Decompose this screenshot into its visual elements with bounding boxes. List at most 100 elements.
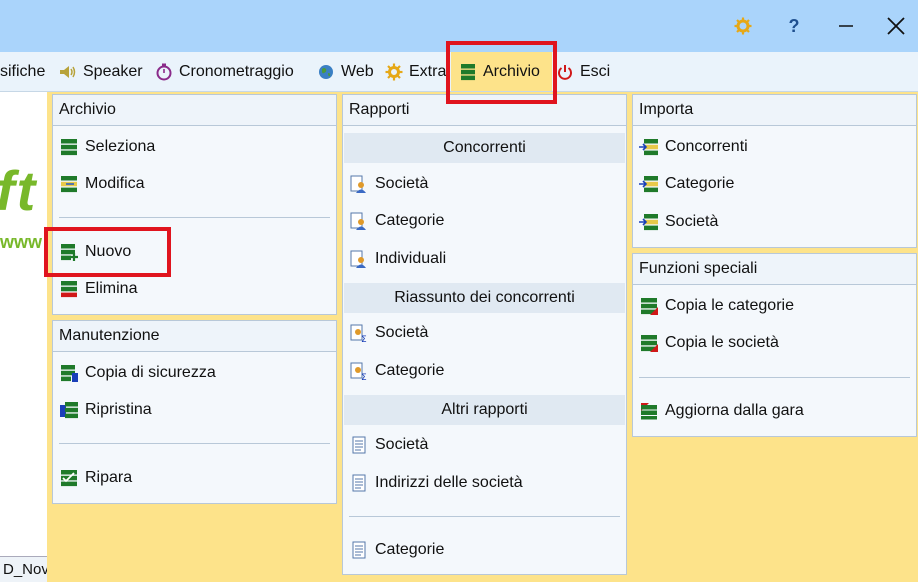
report-altri-categorie[interactable]: Categorie (349, 535, 444, 565)
logo-text: ft (0, 159, 38, 222)
menu-extra[interactable]: Extra (385, 52, 446, 91)
report-concorrenti-societa-label: Società (375, 175, 429, 192)
copia-categorie-label: Copia le categorie (665, 297, 794, 314)
menu-classifiche-label: sifiche (0, 62, 46, 80)
funzioni-speciali-panel-title: Funzioni speciali (633, 254, 916, 285)
importa-panel-title: Importa (633, 95, 916, 126)
ripara-label: Ripara (85, 469, 133, 486)
nuovo-button[interactable]: Nuovo (59, 237, 131, 267)
modifica-button[interactable]: Modifica (59, 169, 145, 199)
elimina-button[interactable]: Elimina (59, 274, 137, 304)
importa-categorie-label: Categorie (665, 175, 735, 192)
copy-database-icon (639, 333, 659, 353)
riassunto-section-header: Riassunto dei concorrenti (344, 283, 625, 313)
repair-icon (59, 468, 79, 488)
ripristina-button[interactable]: Ripristina (59, 395, 152, 425)
importa-societa-button[interactable]: Società (639, 207, 718, 237)
menu-web[interactable]: Web (317, 52, 374, 91)
report-summary-icon: Σ (349, 323, 369, 343)
importa-concorrenti-button[interactable]: Concorrenti (639, 132, 748, 162)
report-concorrenti-individuali[interactable]: Individuali (349, 244, 446, 274)
update-database-icon (639, 401, 659, 421)
svg-text:Σ: Σ (361, 335, 367, 342)
report-concorrenti-categorie-label: Categorie (375, 212, 445, 229)
importa-categorie-button[interactable]: Categorie (639, 169, 734, 199)
manutenzione-separator (59, 443, 330, 444)
seleziona-label: Seleziona (85, 138, 156, 155)
report-indirizzi-societa[interactable]: Indirizzi delle società (349, 468, 523, 498)
menu-archivio[interactable]: Archivio (451, 52, 552, 91)
close-button[interactable] (872, 0, 918, 52)
menu-speaker[interactable]: Speaker (59, 52, 143, 91)
import-icon (639, 137, 659, 157)
manutenzione-panel: Manutenzione Copia di sicurezza Ripristi… (52, 320, 337, 504)
menu-esci[interactable]: Esci (556, 52, 610, 91)
minimize-button[interactable] (822, 0, 870, 52)
database-delete-icon (59, 279, 79, 299)
report-altri-societa[interactable]: Società (349, 430, 428, 460)
document-icon (349, 473, 369, 493)
funzioni-speciali-panel: Funzioni speciali Copia le categorie Cop… (632, 253, 917, 437)
copia-categorie-button[interactable]: Copia le categorie (639, 291, 794, 321)
database-icon (459, 63, 477, 81)
svg-text:Σ: Σ (361, 373, 367, 380)
logo-url-text: www (0, 232, 43, 252)
report-people-icon (349, 174, 369, 194)
seleziona-button[interactable]: Seleziona (59, 132, 155, 162)
archivio-panel-title: Archivio (53, 95, 336, 126)
report-concorrenti-societa[interactable]: Società (349, 169, 428, 199)
power-icon (556, 63, 574, 81)
modifica-label: Modifica (85, 175, 145, 192)
nuovo-label: Nuovo (85, 243, 132, 260)
globe-icon (317, 63, 335, 81)
menu-web-label: Web (341, 62, 374, 80)
report-concorrenti-categorie[interactable]: Categorie (349, 206, 444, 236)
ribbon-menu-bar: sifiche Speaker Cronometraggio Web Extra… (0, 52, 918, 92)
backup-icon (59, 363, 79, 383)
speaker-icon (59, 63, 77, 81)
import-icon (639, 212, 659, 232)
document-icon (349, 435, 369, 455)
rapporti-panel: Rapporti Concorrenti Società Categorie I… (342, 94, 627, 575)
copy-database-icon (639, 296, 659, 316)
ripara-button[interactable]: Ripara (59, 463, 132, 493)
report-riassunto-categorie[interactable]: Σ Categorie (349, 356, 444, 386)
elimina-label: Elimina (85, 280, 138, 297)
importa-panel: Importa Concorrenti Categorie Società (632, 94, 917, 248)
menu-speaker-label: Speaker (83, 62, 143, 80)
copia-sicurezza-label: Copia di sicurezza (85, 364, 216, 381)
report-people-icon (349, 211, 369, 231)
menu-cronometraggio[interactable]: Cronometraggio (155, 52, 294, 91)
aggiorna-gara-button[interactable]: Aggiorna dalla gara (639, 396, 804, 426)
altri-rapporti-section-header: Altri rapporti (344, 395, 625, 425)
settings-gear-icon[interactable] (719, 0, 767, 52)
database-edit-icon (59, 174, 79, 194)
menu-extra-label: Extra (409, 62, 447, 80)
import-icon (639, 174, 659, 194)
menu-classifiche[interactable]: sifiche (0, 52, 45, 91)
menu-archivio-label: Archivio (483, 62, 540, 80)
report-riassunto-categorie-label: Categorie (375, 362, 445, 379)
report-altri-societa-label: Società (375, 436, 429, 453)
rapporti-panel-title: Rapporti (343, 95, 626, 126)
help-button[interactable]: ? (770, 0, 818, 52)
document-icon (349, 540, 369, 560)
funzioni-separator (639, 377, 910, 378)
menu-esci-label: Esci (580, 62, 611, 80)
title-bar: ? (0, 0, 918, 52)
report-people-icon (349, 249, 369, 269)
manutenzione-panel-title: Manutenzione (53, 321, 336, 352)
database-add-icon (59, 242, 79, 262)
rapporti-separator (349, 516, 620, 517)
archivio-panel: Archivio Seleziona Modifica Nuovo Elimin… (52, 94, 337, 315)
document-tab[interactable]: D_Nov (0, 556, 47, 582)
copia-societa-button[interactable]: Copia le società (639, 328, 779, 358)
logo-background: ft www (0, 92, 47, 557)
gear-icon (385, 63, 403, 81)
report-concorrenti-individuali-label: Individuali (375, 250, 447, 267)
copia-societa-label: Copia le società (665, 334, 779, 351)
report-riassunto-societa[interactable]: Σ Società (349, 318, 428, 348)
copia-sicurezza-button[interactable]: Copia di sicurezza (59, 358, 216, 388)
close-icon (887, 17, 905, 35)
minimize-icon (839, 25, 853, 27)
